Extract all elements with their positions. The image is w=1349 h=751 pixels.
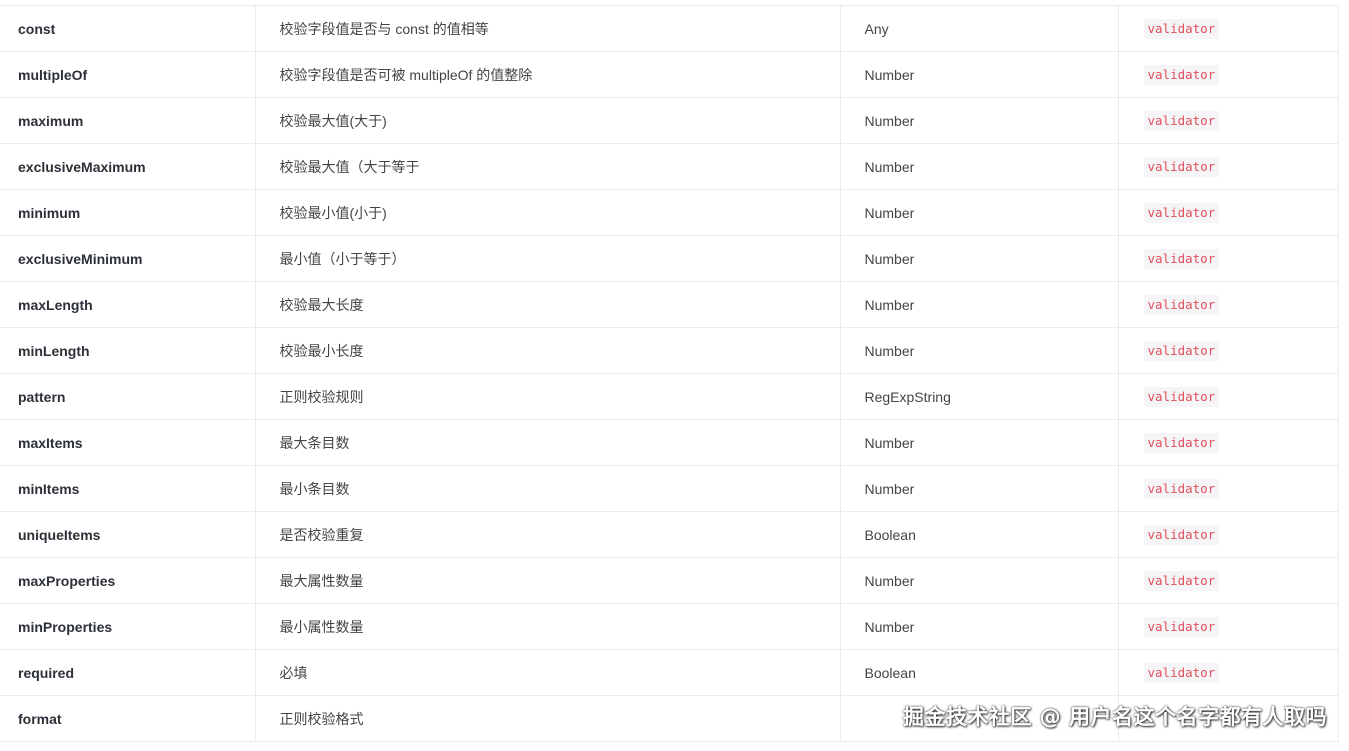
property-description: 正则校验格式	[255, 695, 841, 742]
property-category: validator	[1118, 649, 1339, 696]
table-body: const 校验字段值是否与 const 的值相等 Any validator mult…	[0, 5, 1339, 742]
property-description: 最大属性数量	[255, 557, 841, 604]
property-name: const	[0, 5, 256, 52]
property-type: Number	[840, 189, 1119, 236]
property-name: minLength	[0, 327, 256, 374]
property-category: validator	[1118, 281, 1339, 328]
validator-code-tag: validator	[1143, 662, 1220, 683]
property-type: Number	[840, 281, 1119, 328]
table-row: exclusiveMaximum 校验最大值（大于等于 Number validato…	[0, 143, 1339, 190]
property-category: validator	[1118, 465, 1339, 512]
property-type: Number	[840, 419, 1119, 466]
page: const 校验字段值是否与 const 的值相等 Any validator mult…	[0, 0, 1349, 751]
table-row: minProperties 最小属性数量 Number validator	[0, 603, 1339, 650]
property-description: 校验最大长度	[255, 281, 841, 328]
property-name: uniqueItems	[0, 511, 256, 558]
table-row: pattern 正则校验规则 RegExpString validator	[0, 373, 1339, 420]
property-description: 最小条目数	[255, 465, 841, 512]
validator-code-tag: validator	[1143, 570, 1220, 591]
property-type: Number	[840, 97, 1119, 144]
validator-code-tag: validator	[1143, 432, 1220, 453]
property-type: Number	[840, 235, 1119, 282]
property-category: validator	[1118, 603, 1339, 650]
property-description: 最小属性数量	[255, 603, 841, 650]
property-name: minimum	[0, 189, 256, 236]
property-type: Number	[840, 557, 1119, 604]
validator-code-tag: validator	[1143, 524, 1220, 545]
table-row: const 校验字段值是否与 const 的值相等 Any validator	[0, 5, 1339, 52]
property-type: Any	[840, 5, 1119, 52]
validator-code-tag: validator	[1143, 616, 1220, 637]
property-description: 是否校验重复	[255, 511, 841, 558]
property-description: 校验最小长度	[255, 327, 841, 374]
table-row: required 必填 Boolean validator	[0, 649, 1339, 696]
property-name: multipleOf	[0, 51, 256, 98]
validator-code-tag: validator	[1143, 18, 1220, 39]
table-row: maxItems 最大条目数 Number validator	[0, 419, 1339, 466]
validator-code-tag: validator	[1143, 64, 1220, 85]
table-row: exclusiveMinimum 最小值（小于等于） Number validator	[0, 235, 1339, 282]
property-category: validator	[1118, 557, 1339, 604]
property-type: Number	[840, 465, 1119, 512]
property-category: validator	[1118, 511, 1339, 558]
property-description: 最小值（小于等于）	[255, 235, 841, 282]
property-type: Number	[840, 327, 1119, 374]
property-name: maxItems	[0, 419, 256, 466]
validator-code-tag: validator	[1143, 386, 1220, 407]
property-name: format	[0, 695, 256, 742]
property-type: Number	[840, 51, 1119, 98]
table-row: minimum 校验最小值(小于) Number validator	[0, 189, 1339, 236]
property-description: 校验最大值（大于等于	[255, 143, 841, 190]
property-category: validator	[1118, 97, 1339, 144]
property-type: Number	[840, 603, 1119, 650]
property-name: maxProperties	[0, 557, 256, 604]
table-row: maxLength 校验最大长度 Number validator	[0, 281, 1339, 328]
property-name: pattern	[0, 373, 256, 420]
property-category: validator	[1118, 143, 1339, 190]
property-category: validator	[1118, 5, 1339, 52]
property-category: validator	[1118, 235, 1339, 282]
table-row: maxProperties 最大属性数量 Number validator	[0, 557, 1339, 604]
property-name: exclusiveMinimum	[0, 235, 256, 282]
property-type: Boolean	[840, 649, 1119, 696]
property-name: maxLength	[0, 281, 256, 328]
validator-code-tag: validator	[1143, 340, 1220, 361]
validator-code-tag: validator	[1143, 248, 1220, 269]
table-row: minLength 校验最小长度 Number validator	[0, 327, 1339, 374]
property-name: exclusiveMaximum	[0, 143, 256, 190]
property-type: RegExpString	[840, 373, 1119, 420]
property-name: minProperties	[0, 603, 256, 650]
property-category: validator	[1118, 189, 1339, 236]
property-name: required	[0, 649, 256, 696]
property-description: 正则校验规则	[255, 373, 841, 420]
property-category: validator	[1118, 327, 1339, 374]
validator-code-tag: validator	[1143, 110, 1220, 131]
property-description: 校验最小值(小于)	[255, 189, 841, 236]
validator-code-tag: validator	[1143, 156, 1220, 177]
property-description: 校验字段值是否与 const 的值相等	[255, 5, 841, 52]
validator-code-tag: validator	[1143, 294, 1220, 315]
watermark-text: 掘金技术社区 @ 用户名这个名字都有人取吗	[902, 705, 1327, 729]
table-row: multipleOf 校验字段值是否可被 multipleOf 的值整除 Numbe…	[0, 51, 1339, 98]
property-type: Number	[840, 143, 1119, 190]
property-name: maximum	[0, 97, 256, 144]
table-row: minItems 最小条目数 Number validator	[0, 465, 1339, 512]
validator-code-tag: validator	[1143, 202, 1220, 223]
table-row: maximum 校验最大值(大于) Number validator	[0, 97, 1339, 144]
property-name: minItems	[0, 465, 256, 512]
validator-code-tag: validator	[1143, 478, 1220, 499]
property-category: validator	[1118, 419, 1339, 466]
table-row: uniqueItems 是否校验重复 Boolean validator	[0, 511, 1339, 558]
property-description: 校验字段值是否可被 multipleOf 的值整除	[255, 51, 841, 98]
property-description: 校验最大值(大于)	[255, 97, 841, 144]
property-description: 必填	[255, 649, 841, 696]
property-category: validator	[1118, 51, 1339, 98]
property-category: validator	[1118, 373, 1339, 420]
property-description: 最大条目数	[255, 419, 841, 466]
properties-table: const 校验字段值是否与 const 的值相等 Any validator mult…	[0, 5, 1339, 742]
property-type: Boolean	[840, 511, 1119, 558]
